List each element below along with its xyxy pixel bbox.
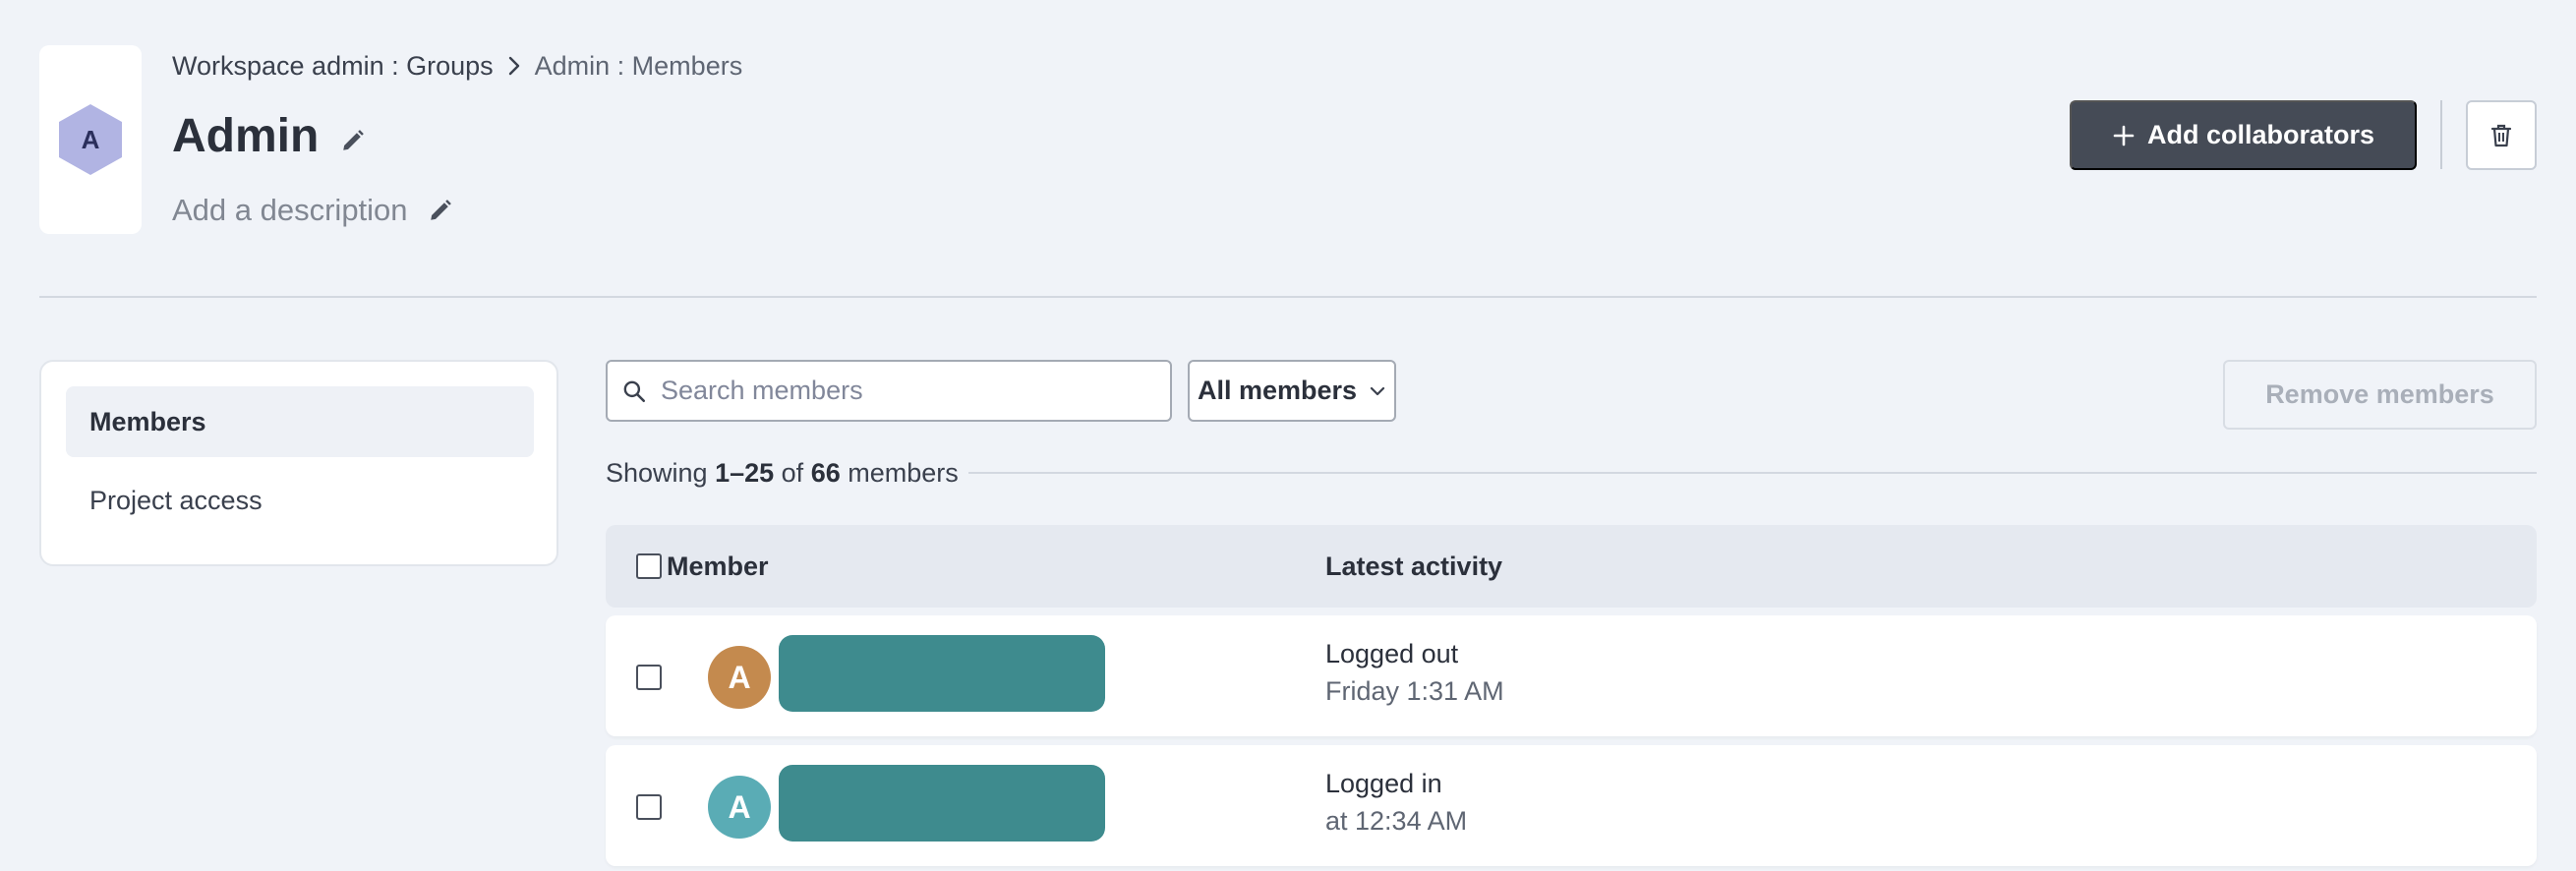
header-actions-divider	[2440, 100, 2442, 169]
column-header-latest-activity: Latest activity	[1325, 525, 1502, 608]
edit-name-pencil-icon[interactable]	[340, 128, 366, 153]
avatar: A	[708, 646, 771, 709]
member-filter-dropdown[interactable]: All members	[1188, 360, 1396, 422]
title-row: Admin	[172, 106, 366, 165]
table-row[interactable]: A Logged in at 12:34 AM	[606, 745, 2537, 866]
breadcrumb-groups-link[interactable]: Workspace admin : Groups	[172, 51, 494, 82]
redacted-member-name	[779, 635, 1105, 712]
sidebar-item-project-access[interactable]: Project access	[66, 465, 534, 536]
search-box[interactable]	[606, 360, 1172, 422]
members-page: A Workspace admin : Groups Admin : Membe…	[0, 0, 2576, 871]
plus-icon	[2112, 124, 2136, 147]
select-all-checkbox[interactable]	[636, 553, 662, 579]
summary-suffix: members	[840, 457, 959, 488]
table-header: Member Latest activity	[606, 525, 2537, 608]
summary-divider	[968, 472, 2537, 474]
group-badge-card: A	[39, 45, 142, 234]
table-row[interactable]: A Logged out Friday 1:31 AM	[606, 615, 2537, 736]
activity-status: Logged in	[1325, 769, 1442, 798]
header-divider	[39, 296, 2537, 298]
chevron-right-icon	[507, 55, 521, 77]
breadcrumb: Workspace admin : Groups Admin : Members	[172, 49, 742, 83]
description-row: Add a description	[172, 191, 453, 230]
delete-group-button[interactable]	[2466, 100, 2537, 170]
summary-of: of	[774, 457, 811, 488]
add-collaborators-label: Add collaborators	[2146, 120, 2375, 149]
filter-selected-value: All members	[1197, 376, 1358, 405]
activity-time: Friday 1:31 AM	[1325, 676, 1504, 706]
summary-range: 1–25	[715, 457, 775, 488]
add-collaborators-button[interactable]: Add collaborators	[2070, 100, 2417, 170]
search-members-input[interactable]	[661, 376, 1133, 406]
results-summary: Showing 1–25 of 66 members	[606, 455, 959, 491]
search-icon	[621, 378, 647, 404]
row-select-checkbox[interactable]	[636, 794, 662, 820]
column-header-member: Member	[667, 525, 769, 608]
page-title: Admin	[172, 109, 320, 162]
row-select-checkbox[interactable]	[636, 665, 662, 690]
trash-icon	[2489, 123, 2513, 148]
edit-description-pencil-icon[interactable]	[428, 198, 453, 223]
chevron-down-icon	[1369, 385, 1386, 397]
breadcrumb-current: Admin : Members	[534, 50, 743, 81]
sidebar: Members Project access	[39, 360, 558, 566]
activity-time: at 12:34 AM	[1325, 806, 1468, 836]
description-placeholder[interactable]: Add a description	[172, 193, 408, 228]
group-hexagon-avatar: A	[59, 104, 122, 175]
column-latest-activity-label: Latest activity	[1325, 551, 1503, 581]
avatar: A	[708, 776, 771, 839]
column-member-label: Member	[667, 551, 769, 581]
redacted-member-name	[779, 765, 1105, 842]
sidebar-item-members[interactable]: Members	[66, 386, 534, 457]
summary-total: 66	[810, 457, 841, 488]
remove-members-button[interactable]: Remove members	[2223, 360, 2537, 430]
activity-status: Logged out	[1325, 639, 1459, 668]
summary-prefix: Showing	[606, 457, 716, 488]
